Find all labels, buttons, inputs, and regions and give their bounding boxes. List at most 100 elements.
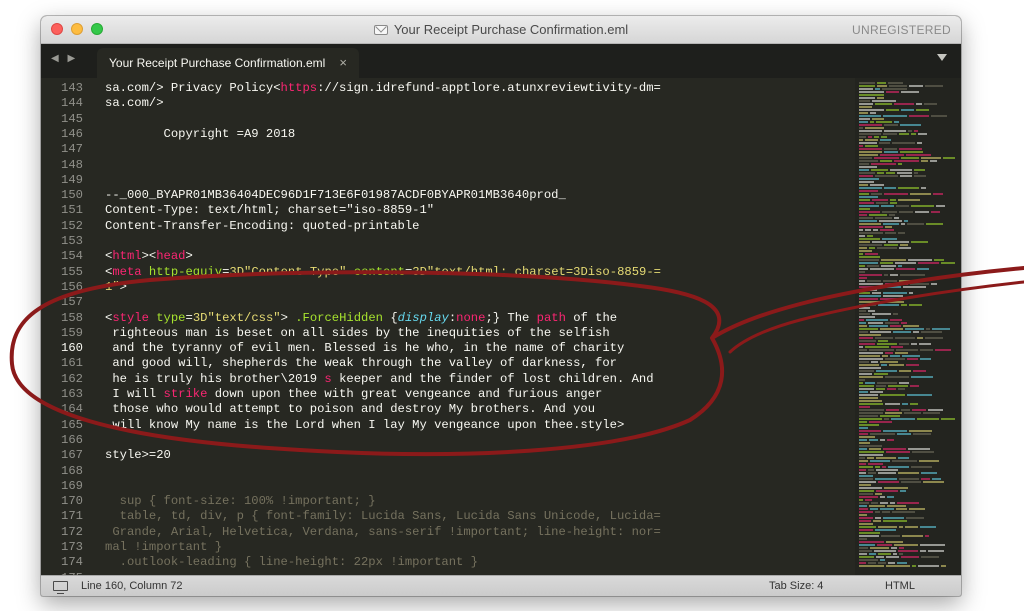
minimap-line — [859, 370, 874, 372]
code-line[interactable] — [105, 142, 855, 157]
minimap-line — [918, 262, 939, 264]
code-line[interactable] — [105, 158, 855, 173]
minimap-line — [898, 388, 905, 390]
tab-size-selector[interactable]: Tab Size: 4 — [769, 576, 823, 596]
minimap[interactable] — [855, 78, 961, 575]
minimap-line — [901, 157, 919, 159]
code-line[interactable]: <meta http-equiv=3D"Content-Type" conten… — [105, 265, 855, 280]
minimap-line — [870, 121, 874, 123]
code-line[interactable]: 1"> — [105, 280, 855, 295]
minimap-line — [898, 232, 905, 234]
minimap-line — [880, 361, 898, 363]
minimap-line — [899, 211, 913, 213]
minimap-line — [884, 124, 898, 126]
minimap-line — [859, 544, 875, 546]
code-line[interactable]: I will strike down upon thee with great … — [105, 387, 855, 402]
monitor-icon[interactable] — [53, 581, 68, 594]
line-number: 155 — [61, 264, 83, 279]
minimap-line — [859, 526, 876, 528]
minimap-line — [868, 322, 883, 324]
minimap-line — [859, 286, 879, 288]
code-line[interactable] — [105, 464, 855, 479]
tab-navigation-arrows[interactable]: ◀ ▶ — [51, 53, 78, 64]
code-line[interactable]: table, td, div, p { font-family: Lucida … — [105, 509, 855, 524]
code-line[interactable] — [105, 295, 855, 310]
code-line[interactable]: will know My name is the Lord when I lay… — [105, 418, 855, 433]
code-line[interactable] — [105, 433, 855, 448]
minimap-line — [901, 409, 910, 411]
minimap-line — [907, 223, 924, 225]
minimap-line — [859, 106, 872, 108]
minimap-line — [885, 226, 892, 228]
line-number: 146 — [61, 126, 83, 141]
minimap-line — [885, 352, 893, 354]
minimap-line — [885, 403, 900, 405]
code-line[interactable]: righteous man is beset on all sides by t… — [105, 326, 855, 341]
code-editor[interactable]: 143 144 145 146 147 148 149 150 151 152 153 154 155 1… — [41, 78, 961, 575]
minimap-line — [859, 475, 873, 477]
minimap-line — [899, 280, 915, 282]
code-line[interactable]: he is truly his brother\2019 s keeper an… — [105, 372, 855, 387]
minimap-line — [875, 529, 896, 531]
minimap-line — [859, 292, 870, 294]
code-line[interactable]: --_000_BYAPR01MB36404DEC96D1F713E6F01987… — [105, 188, 855, 203]
code-line[interactable]: sup { font-size: 100% !important; } — [105, 494, 855, 509]
code-line[interactable]: sa.com/> Privacy Policy<https://sign.idr… — [105, 81, 855, 96]
minimap-line — [859, 262, 878, 264]
minimap-line — [887, 388, 896, 390]
minimap-line — [872, 313, 891, 315]
code-line[interactable]: Content-Transfer-Encoding: quoted-printa… — [105, 219, 855, 234]
minimap-line — [941, 565, 946, 567]
code-line[interactable]: Grande, Arial, Helvetica, Verdana, sans-… — [105, 525, 855, 540]
code-line[interactable]: <html><head> — [105, 249, 855, 264]
minimap-line — [866, 319, 888, 321]
chevron-down-icon[interactable] — [937, 54, 947, 61]
minimap-line — [893, 331, 911, 333]
minimap-line — [859, 190, 878, 192]
minimap-line — [859, 130, 882, 132]
close-icon[interactable]: × — [339, 48, 347, 78]
minimap-line — [886, 409, 899, 411]
minimap-line — [859, 400, 882, 402]
minimap-line — [933, 193, 943, 195]
minimap-line — [865, 253, 878, 255]
code-line[interactable]: style>=20 — [105, 448, 855, 463]
minimap-line — [878, 481, 899, 483]
code-line[interactable]: and the tyranny of evil men. Blessed is … — [105, 341, 855, 356]
code-line[interactable]: and good will, shepherds the weak throug… — [105, 356, 855, 371]
minimap-line — [869, 247, 875, 249]
code-line[interactable]: sa.com/> — [105, 96, 855, 111]
minimap-line — [885, 376, 909, 378]
minimap-line — [900, 175, 912, 177]
code-line[interactable]: Content-Type: text/html; charset="iso-88… — [105, 203, 855, 218]
code-line[interactable]: those who would attempt to poison and de… — [105, 402, 855, 417]
minimap-line — [859, 85, 875, 87]
code-line[interactable] — [105, 112, 855, 127]
minimap-line — [876, 469, 898, 471]
minimap-line — [859, 121, 868, 123]
code-line[interactable]: .outlook-leading { line-height: 22px !im… — [105, 555, 855, 570]
code-area[interactable]: sa.com/> Privacy Policy<https://sign.idr… — [105, 78, 855, 575]
minimap-line — [872, 100, 896, 102]
minimap-line — [859, 223, 881, 225]
minimap-line — [859, 397, 878, 399]
minimap-line — [906, 517, 924, 519]
code-line[interactable] — [105, 234, 855, 249]
code-line[interactable] — [105, 173, 855, 188]
minimap-line — [899, 547, 904, 549]
minimap-line — [914, 172, 918, 174]
minimap-line — [888, 241, 909, 243]
minimap-line — [893, 553, 897, 555]
syntax-selector[interactable]: HTML — [885, 576, 915, 596]
minimap-line — [875, 493, 882, 495]
code-line[interactable]: <style type=3D"text/css"> .ForceHidden {… — [105, 311, 855, 326]
minimap-line — [873, 520, 881, 522]
code-line[interactable]: </span> — [105, 479, 855, 494]
minimap-line — [859, 340, 876, 342]
code-line[interactable]: Copyright =A9 2018 — [105, 127, 855, 142]
tab-file[interactable]: Your Receipt Purchase Confirmation.eml × — [97, 48, 359, 78]
minimap-line — [859, 157, 872, 159]
minimap-line — [859, 91, 884, 93]
minimap-line — [936, 205, 945, 207]
code-line[interactable]: mal !important } — [105, 540, 855, 555]
